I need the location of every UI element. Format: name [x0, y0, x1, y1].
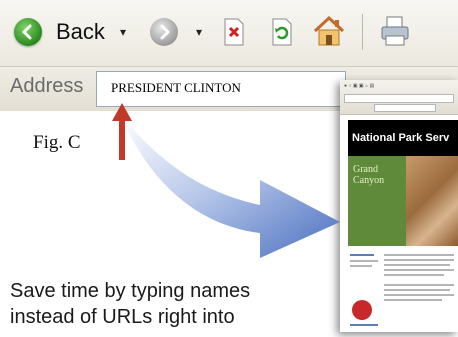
- stop-icon[interactable]: [222, 18, 246, 46]
- refresh-icon[interactable]: [270, 18, 294, 46]
- thumbnail-header: National Park Serv: [348, 120, 458, 156]
- browser-thumbnail: ● ○ ▣ ▣ ⌂ ▤ National Park Serv Grand Can…: [340, 80, 458, 332]
- thumbnail-canyon-photo: [406, 156, 458, 246]
- browser-toolbar: Back ▾ ▾: [0, 0, 458, 66]
- thumbnail-chrome: ● ○ ▣ ▣ ⌂ ▤: [340, 80, 458, 115]
- thumbnail-search-field: [374, 104, 436, 112]
- caption-line-1: Save time by typing names: [10, 280, 251, 302]
- up-arrow-shaft: [119, 120, 125, 160]
- up-arrow-icon: [112, 103, 132, 121]
- thumbnail-park-panel: Grand Canyon: [348, 156, 406, 246]
- address-input[interactable]: PRESIDENT CLINTON: [96, 71, 346, 107]
- thumbnail-toolbar-icons: ● ○ ▣ ▣ ⌂ ▤: [344, 83, 375, 89]
- thumbnail-park-name: Grand Canyon: [353, 164, 385, 186]
- curved-arrow-icon: [120, 114, 340, 258]
- print-icon[interactable]: [378, 14, 412, 48]
- forward-dropdown-icon[interactable]: ▾: [192, 25, 206, 39]
- figure-label: Fig. C: [33, 132, 81, 153]
- thumbnail-header-title: National Park Serv: [352, 132, 450, 144]
- back-button-label[interactable]: Back: [56, 18, 105, 46]
- forward-arrow-icon[interactable]: [150, 18, 178, 46]
- address-label: Address: [10, 75, 84, 97]
- home-icon[interactable]: [312, 15, 346, 47]
- toolbar-separator: [362, 14, 363, 50]
- thumbnail-red-badge: [352, 300, 372, 320]
- thumbnail-address-field: [344, 94, 454, 103]
- caption-line-2: instead of URLs right into: [10, 306, 235, 328]
- back-arrow-icon[interactable]: [14, 18, 42, 46]
- caption-text: Save time by typing names instead of URL…: [10, 278, 310, 330]
- back-dropdown-icon[interactable]: ▾: [116, 25, 130, 39]
- thumbnail-body-text: [348, 250, 458, 332]
